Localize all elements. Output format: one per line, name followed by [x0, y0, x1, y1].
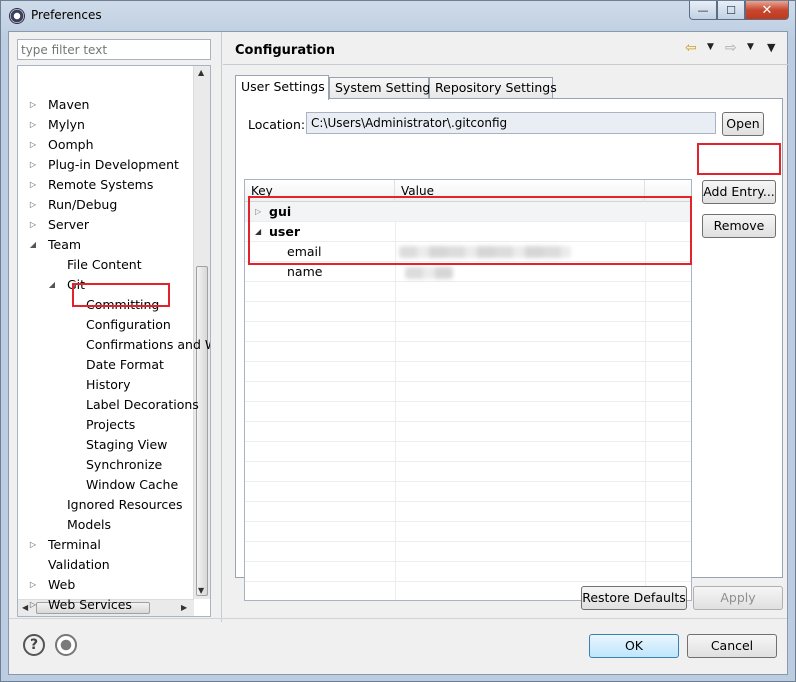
empty-table-row — [245, 422, 691, 442]
empty-table-row — [245, 522, 691, 542]
scroll-up-arrow-icon[interactable]: ▲ — [198, 68, 204, 77]
page-title: Configuration — [235, 43, 335, 58]
tree-item-oomph[interactable]: Oomph — [48, 135, 94, 155]
record-macro-icon[interactable] — [55, 634, 77, 656]
empty-table-row — [245, 282, 691, 302]
open-button[interactable]: Open — [722, 112, 764, 136]
location-label: Location: — [248, 117, 306, 132]
empty-table-row — [245, 462, 691, 482]
expand-arrow-icon[interactable]: ▷ — [28, 575, 38, 595]
tree-item-file-content[interactable]: File Content — [67, 255, 142, 275]
tree-item-date-format[interactable]: Date Format — [86, 355, 164, 375]
window-controls: — ☐ ✕ — [689, 1, 789, 20]
tree-item-window-cache[interactable]: Window Cache — [86, 475, 178, 495]
window-title: Preferences — [31, 8, 102, 22]
tree-item-mylyn[interactable]: Mylyn — [48, 115, 85, 135]
tree-item-projects[interactable]: Projects — [86, 415, 135, 435]
title-separator — [223, 64, 788, 65]
back-arrow-icon[interactable]: ⇦ — [685, 40, 697, 56]
tree-vertical-scroll-thumb[interactable] — [196, 266, 208, 596]
expand-arrow-icon[interactable]: ▷ — [28, 175, 38, 195]
minimize-button[interactable]: — — [689, 1, 717, 20]
empty-table-row — [245, 322, 691, 342]
empty-table-row — [245, 542, 691, 562]
preferences-tree: ▲ ▼ ◀ ▶ ▷ Maven ▷ Mylyn ▷ Oomph ▷ Plug-in Devel… — [17, 65, 211, 617]
maximize-button[interactable]: ☐ — [717, 1, 745, 20]
empty-table-row — [245, 342, 691, 362]
tree-item-web[interactable]: Web — [48, 575, 75, 595]
expand-arrow-icon[interactable]: ▷ — [28, 115, 38, 135]
expand-arrow-icon[interactable]: ▷ — [28, 595, 38, 615]
empty-table-row — [245, 482, 691, 502]
eclipse-app-icon — [9, 8, 25, 24]
tree-item-run-debug[interactable]: Run/Debug — [48, 195, 117, 215]
apply-button[interactable]: Apply — [693, 586, 783, 610]
expand-arrow-icon[interactable]: ▷ — [28, 135, 38, 155]
restore-defaults-button[interactable]: Restore Defaults — [581, 586, 687, 610]
empty-table-row — [245, 302, 691, 322]
tab-repository-settings[interactable]: Repository Settings — [429, 77, 557, 99]
redacted-value — [405, 267, 453, 279]
expand-arrow-icon[interactable]: ▷ — [28, 95, 38, 115]
dialog-client-area: ▲ ▼ ◀ ▶ ▷Maven▷Mylyn▷Oomph▷Plug-in Devel… — [8, 31, 788, 675]
expand-arrow-icon[interactable]: ▷ — [28, 615, 38, 616]
tree-item-configuration[interactable]: Configuration — [86, 315, 171, 335]
back-history-dropdown-icon[interactable]: ▼ — [707, 42, 714, 52]
table-row[interactable]: name — [245, 262, 691, 282]
entry-key: name — [287, 264, 323, 279]
tree-vertical-scrollbar[interactable]: ▲ ▼ — [193, 66, 210, 599]
tree-item-staging-view[interactable]: Staging View — [86, 435, 167, 455]
bottom-separator — [9, 618, 787, 619]
tree-item-label-decorations[interactable]: Label Decorations — [86, 395, 199, 415]
empty-table-row — [245, 562, 691, 582]
expand-arrow-icon[interactable]: ▷ — [28, 535, 38, 555]
tree-item-plug-in-development[interactable]: Plug-in Development — [48, 155, 179, 175]
highlight-configuration — [72, 283, 170, 307]
forward-arrow-icon[interactable]: ⇨ — [725, 40, 737, 56]
empty-table-row — [245, 362, 691, 382]
tab-system-settings[interactable]: System Settings — [329, 77, 437, 99]
tree-item-confirmations-and-w[interactable]: Confirmations and W — [86, 335, 210, 355]
empty-table-row — [245, 502, 691, 522]
panel-divider[interactable] — [221, 32, 222, 622]
expand-arrow-icon[interactable]: ▷ — [28, 195, 38, 215]
tree-item-terminal[interactable]: Terminal — [48, 535, 101, 555]
empty-table-row — [245, 402, 691, 422]
forward-history-dropdown-icon[interactable]: ▼ — [747, 42, 754, 52]
tree-item-web-services[interactable]: Web Services — [48, 595, 132, 615]
tab-user-settings[interactable]: User Settings — [235, 75, 329, 100]
tree-item-history[interactable]: History — [86, 375, 130, 395]
expand-arrow-icon[interactable]: ▷ — [28, 155, 38, 175]
add-entry-button[interactable]: Add Entry... — [702, 180, 776, 204]
title-bar[interactable]: Preferences — ☐ ✕ — [1, 1, 795, 31]
preferences-window: Preferences — ☐ ✕ ▲ ▼ ◀ ▶ ▷Maven▷Mylyn▷O… — [0, 0, 796, 682]
tree-item-ignored-resources[interactable]: Ignored Resources — [67, 495, 183, 515]
tree-item-server[interactable]: Server — [48, 215, 89, 235]
ok-button[interactable]: OK — [589, 634, 679, 658]
highlight-user-section — [248, 196, 692, 265]
location-field[interactable] — [306, 112, 716, 134]
collapse-arrow-icon[interactable]: ◢ — [28, 235, 38, 255]
scroll-right-arrow-icon[interactable]: ▶ — [181, 603, 187, 612]
tree-item-xml[interactable]: XML — [48, 615, 74, 616]
tree-item-models[interactable]: Models — [67, 515, 111, 535]
collapse-arrow-icon[interactable]: ◢ — [47, 275, 57, 295]
cancel-button[interactable]: Cancel — [687, 634, 777, 658]
tree-item-synchronize[interactable]: Synchronize — [86, 455, 162, 475]
filter-input[interactable] — [17, 39, 211, 60]
tree-item-team[interactable]: Team — [48, 235, 81, 255]
empty-table-row — [245, 442, 691, 462]
tree-item-validation[interactable]: Validation — [48, 555, 110, 575]
close-button[interactable]: ✕ — [745, 1, 789, 20]
tree-item-remote-systems[interactable]: Remote Systems — [48, 175, 153, 195]
scroll-down-arrow-icon[interactable]: ▼ — [198, 586, 204, 595]
highlight-add-entry — [697, 143, 781, 175]
tree-item-maven[interactable]: Maven — [48, 95, 89, 115]
view-menu-icon[interactable]: ▼ — [767, 41, 775, 54]
expand-arrow-icon[interactable]: ▷ — [28, 215, 38, 235]
empty-table-row — [245, 382, 691, 402]
remove-button[interactable]: Remove — [702, 214, 776, 238]
help-icon[interactable]: ? — [23, 634, 45, 656]
